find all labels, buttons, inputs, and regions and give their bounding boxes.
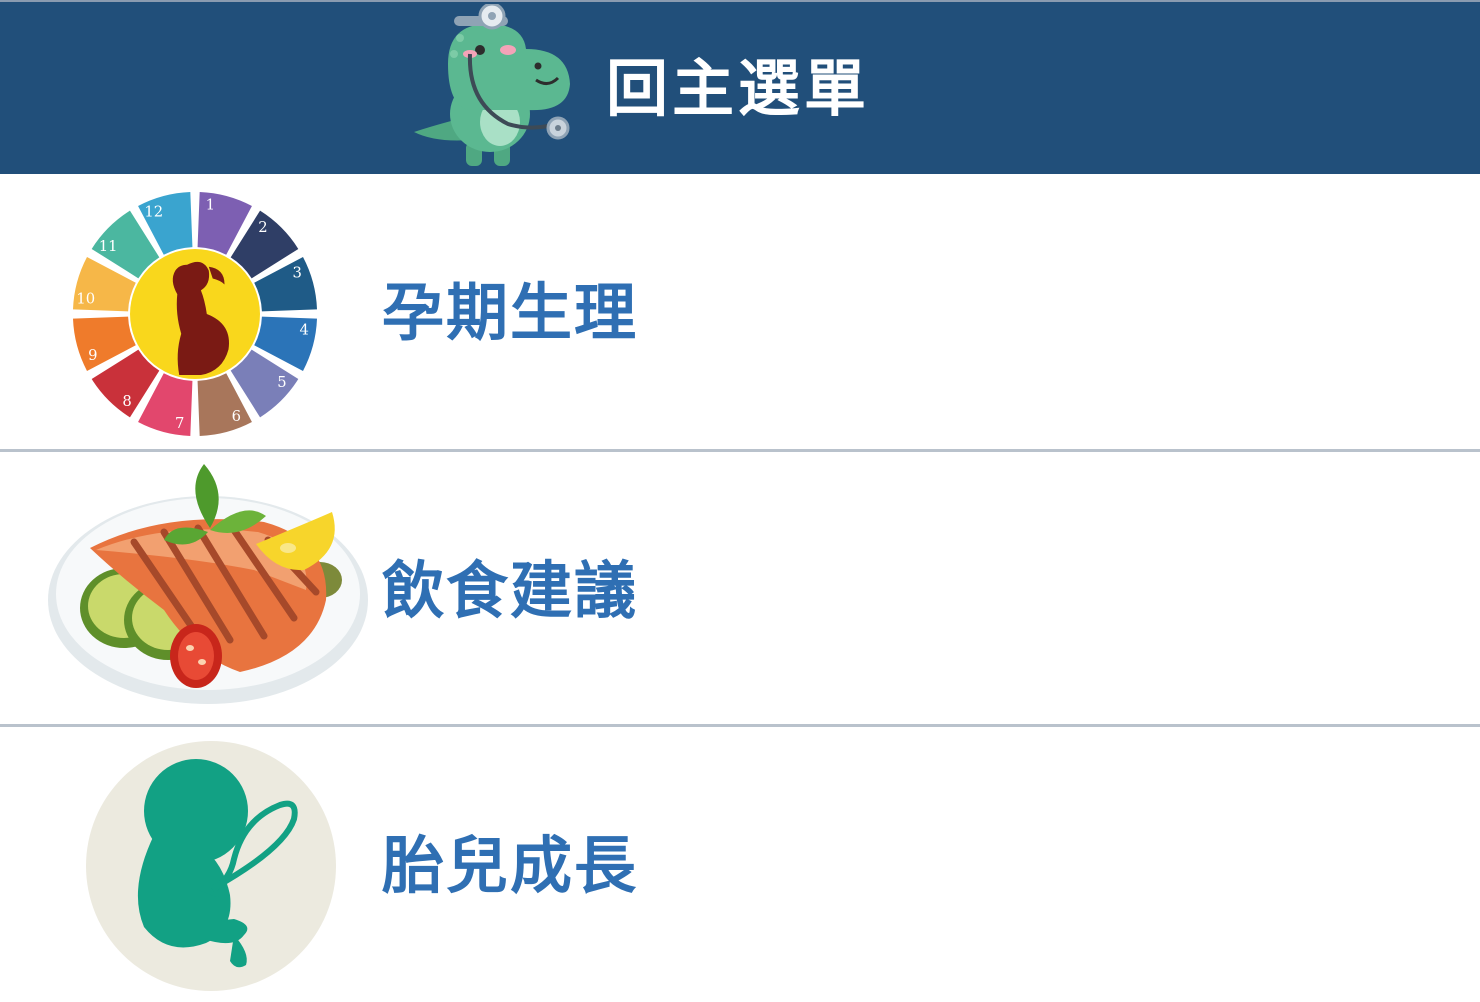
wheel-month-label: 11 <box>99 238 118 255</box>
wheel-month-label: 8 <box>122 393 131 410</box>
fetus-icon <box>86 741 336 991</box>
menu-item-diet-advice[interactable]: 飲食建議 <box>0 452 1480 727</box>
grilled-salmon-plate-icon <box>48 464 368 704</box>
dinosaur-doctor-icon <box>414 4 570 166</box>
pregnancy-month-wheel-icon: 123456789101112 <box>72 191 318 437</box>
wheel-month-label: 2 <box>258 219 267 236</box>
wheel-month-label: 12 <box>144 204 163 221</box>
wheel-month-label: 9 <box>88 347 97 364</box>
menu-item-pregnancy-physiology[interactable]: 1 2 3 4 5 6 7 8 9 10 11 12 孕期生理 <box>0 174 1480 449</box>
wheel-month-label: 5 <box>277 374 286 391</box>
wheel-month-label: 7 <box>175 415 184 432</box>
wheel-month-label: 1 <box>206 197 215 214</box>
menu-item-label: 飲食建議 <box>382 554 639 627</box>
menu-item-label: 孕期生理 <box>382 276 639 349</box>
menu-item-fetal-growth[interactable]: 胎兒成長 <box>0 727 1480 1002</box>
wheel-month-label: 3 <box>293 265 302 282</box>
wheel-month-label: 10 <box>76 291 95 308</box>
back-to-main-menu-header[interactable]: 回主選單 <box>0 0 1480 174</box>
menu-item-label: 胎兒成長 <box>382 829 639 902</box>
wheel-month-label: 6 <box>232 408 241 425</box>
wheel-month-label: 4 <box>300 321 309 338</box>
header-title: 回主選單 <box>606 52 871 125</box>
